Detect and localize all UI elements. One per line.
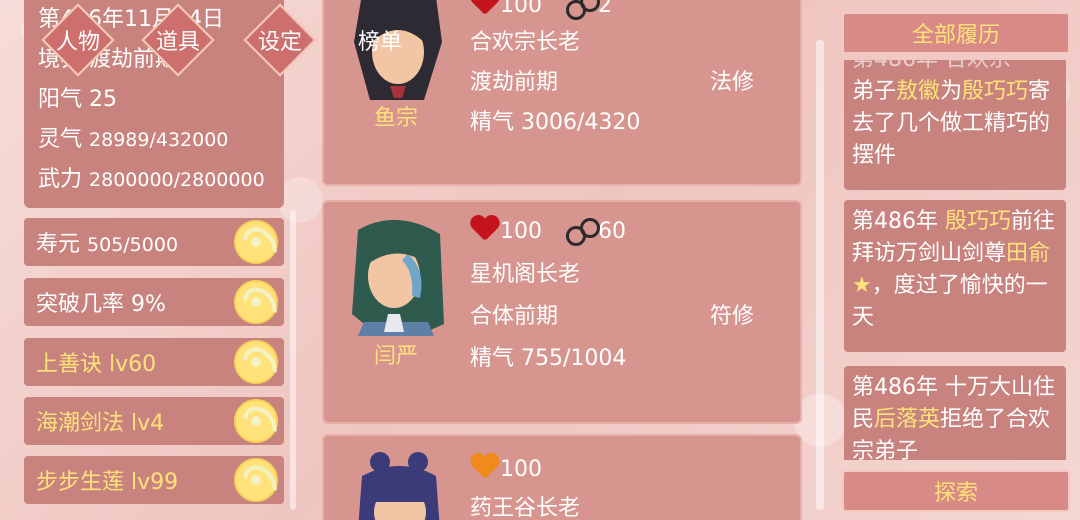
force-value: 2800000/2800000 xyxy=(89,169,265,191)
entry-text: 弟子敖徽为殷巧巧寄去了几个做工精巧的摆件 xyxy=(852,76,1058,172)
character-school: 符修 xyxy=(710,304,755,329)
character-card-third[interactable]: 100 药王谷长老 xyxy=(322,434,802,520)
character-name: 鱼宗 xyxy=(373,106,418,131)
left-column: 第486年11月24日 境界 渡劫前期 阳气 25 灵气 28989/43200… xyxy=(24,0,286,520)
center-scrollbar[interactable] xyxy=(816,40,824,510)
menu-label: 道具 xyxy=(155,30,200,55)
affection-value: 100 xyxy=(500,457,542,482)
breakthrough-value: 9% xyxy=(131,292,166,317)
character-name: 闫严 xyxy=(373,344,418,369)
essence-line: 精气 3006/4320 xyxy=(470,104,640,136)
all-history-label: 全部履历 xyxy=(911,23,1000,48)
bond-value: 2 xyxy=(598,0,612,18)
history-entry: 第486年 合欢宗 弟子敖徽为殷巧巧寄去了几个做工精巧的摆件 xyxy=(844,60,1066,190)
portrait-yanyan xyxy=(352,219,444,336)
lifespan-title: 寿元 xyxy=(36,232,81,257)
lifespan-row[interactable]: 寿元 505/5000 xyxy=(24,218,284,266)
menu-items[interactable]: 道具 xyxy=(141,3,215,77)
breakthrough-label: 突破几率 9% xyxy=(36,286,166,318)
taiji-icon[interactable] xyxy=(236,282,276,322)
left-scrollbar[interactable] xyxy=(290,210,296,510)
breakthrough-title: 突破几率 xyxy=(36,292,125,317)
menu-label: 人物 xyxy=(55,30,100,55)
handcuffs-icon xyxy=(566,0,600,20)
essence-value: 3006/4320 xyxy=(521,110,641,135)
entry-pre: 第486年 xyxy=(852,209,945,234)
character-title: 星机阁长老 xyxy=(470,262,581,287)
character-school: 法修 xyxy=(710,70,755,95)
skill-row-haichao[interactable]: 海潮剑法 lv4 xyxy=(24,397,284,445)
spirit-value: 28989/432000 xyxy=(89,129,229,151)
yang-label: 阳气 xyxy=(38,87,83,112)
taiji-icon[interactable] xyxy=(236,460,276,500)
character-card-yanyan[interactable]: 闫严 100 60 星机阁长老 合体前期 符修 精气 755/1004 xyxy=(322,200,802,424)
essence-label: 精气 xyxy=(470,110,515,135)
heart-icon xyxy=(470,0,498,16)
taiji-icon[interactable] xyxy=(236,342,276,382)
affection-line: 100 xyxy=(470,454,542,482)
entry-pre: 弟子 xyxy=(852,79,897,104)
menu-label: 设定 xyxy=(257,30,302,55)
lifespan-label: 寿元 505/5000 xyxy=(36,226,178,258)
yang-value: 25 xyxy=(89,87,118,112)
entry-text: 第486年 合欢宗 xyxy=(852,60,1058,76)
skill-label: 上善诀 lv60 xyxy=(36,352,157,377)
character-title: 合欢宗长老 xyxy=(470,30,581,55)
force-row: 武力 2800000/2800000 xyxy=(38,160,270,200)
skill-row-bubu[interactable]: 步步生莲 lv99 xyxy=(24,456,284,504)
skill-label: 步步生莲 lv99 xyxy=(36,470,179,495)
history-entry: 第486年 十万大山住民后落英拒绝了合欢宗弟子 xyxy=(844,366,1066,460)
explore-button[interactable]: 探索 xyxy=(842,470,1070,512)
history-list[interactable]: 第486年 合欢宗 弟子敖徽为殷巧巧寄去了几个做工精巧的摆件 第486年 殷巧巧… xyxy=(842,60,1070,460)
affection-value: 100 xyxy=(500,219,542,244)
entry-post: ，度过了愉快的一天 xyxy=(852,273,1048,330)
bond-value: 60 xyxy=(598,219,626,244)
handcuffs-icon xyxy=(566,216,600,246)
menu-label: 榜单 xyxy=(357,30,402,55)
entry-name: 敖徽 xyxy=(896,79,941,104)
affection-value: 100 xyxy=(500,0,542,18)
entry-name: 殷巧巧 xyxy=(945,209,1012,234)
skill-label: 海潮剑法 lv4 xyxy=(36,411,165,436)
essence-value: 755/1004 xyxy=(521,346,627,371)
spirit-row: 灵气 28989/432000 xyxy=(38,120,270,160)
character-realm: 合体前期 xyxy=(470,304,559,329)
heart-icon xyxy=(470,454,498,480)
character-title: 药王谷长老 xyxy=(470,496,581,520)
history-entry: 第486年 殷巧巧前往拜访万剑山剑尊田俞★，度过了愉快的一天 xyxy=(844,200,1066,352)
essence-label: 精气 xyxy=(470,346,515,371)
affection-line: 100 2 xyxy=(470,0,612,20)
force-label: 武力 xyxy=(38,167,83,192)
spirit-label: 灵气 xyxy=(38,127,83,152)
taiji-icon[interactable] xyxy=(236,401,276,441)
entry-mid: 为 xyxy=(940,79,963,104)
skill-row-shangshan[interactable]: 上善诀 lv60 xyxy=(24,338,284,386)
menu-rankings[interactable]: 榜单 xyxy=(343,3,417,77)
taiji-icon[interactable] xyxy=(236,222,276,262)
portrait-third xyxy=(358,452,440,520)
yang-row: 阳气 25 xyxy=(38,80,270,120)
all-history-button[interactable]: 全部履历 xyxy=(842,12,1070,54)
character-realm: 渡劫前期 xyxy=(470,70,559,95)
menu-characters[interactable]: 人物 xyxy=(41,3,115,77)
entry-name: 后落英 xyxy=(874,407,941,432)
affection-line: 100 60 xyxy=(470,216,626,246)
lifespan-value: 505/5000 xyxy=(87,234,179,256)
menu-settings[interactable]: 设定 xyxy=(243,3,317,77)
entry-name2: 殷巧巧 xyxy=(962,79,1029,104)
explore-label: 探索 xyxy=(933,481,978,506)
breakthrough-row[interactable]: 突破几率 9% xyxy=(24,278,284,326)
essence-line: 精气 755/1004 xyxy=(470,340,626,372)
heart-icon xyxy=(470,216,498,242)
